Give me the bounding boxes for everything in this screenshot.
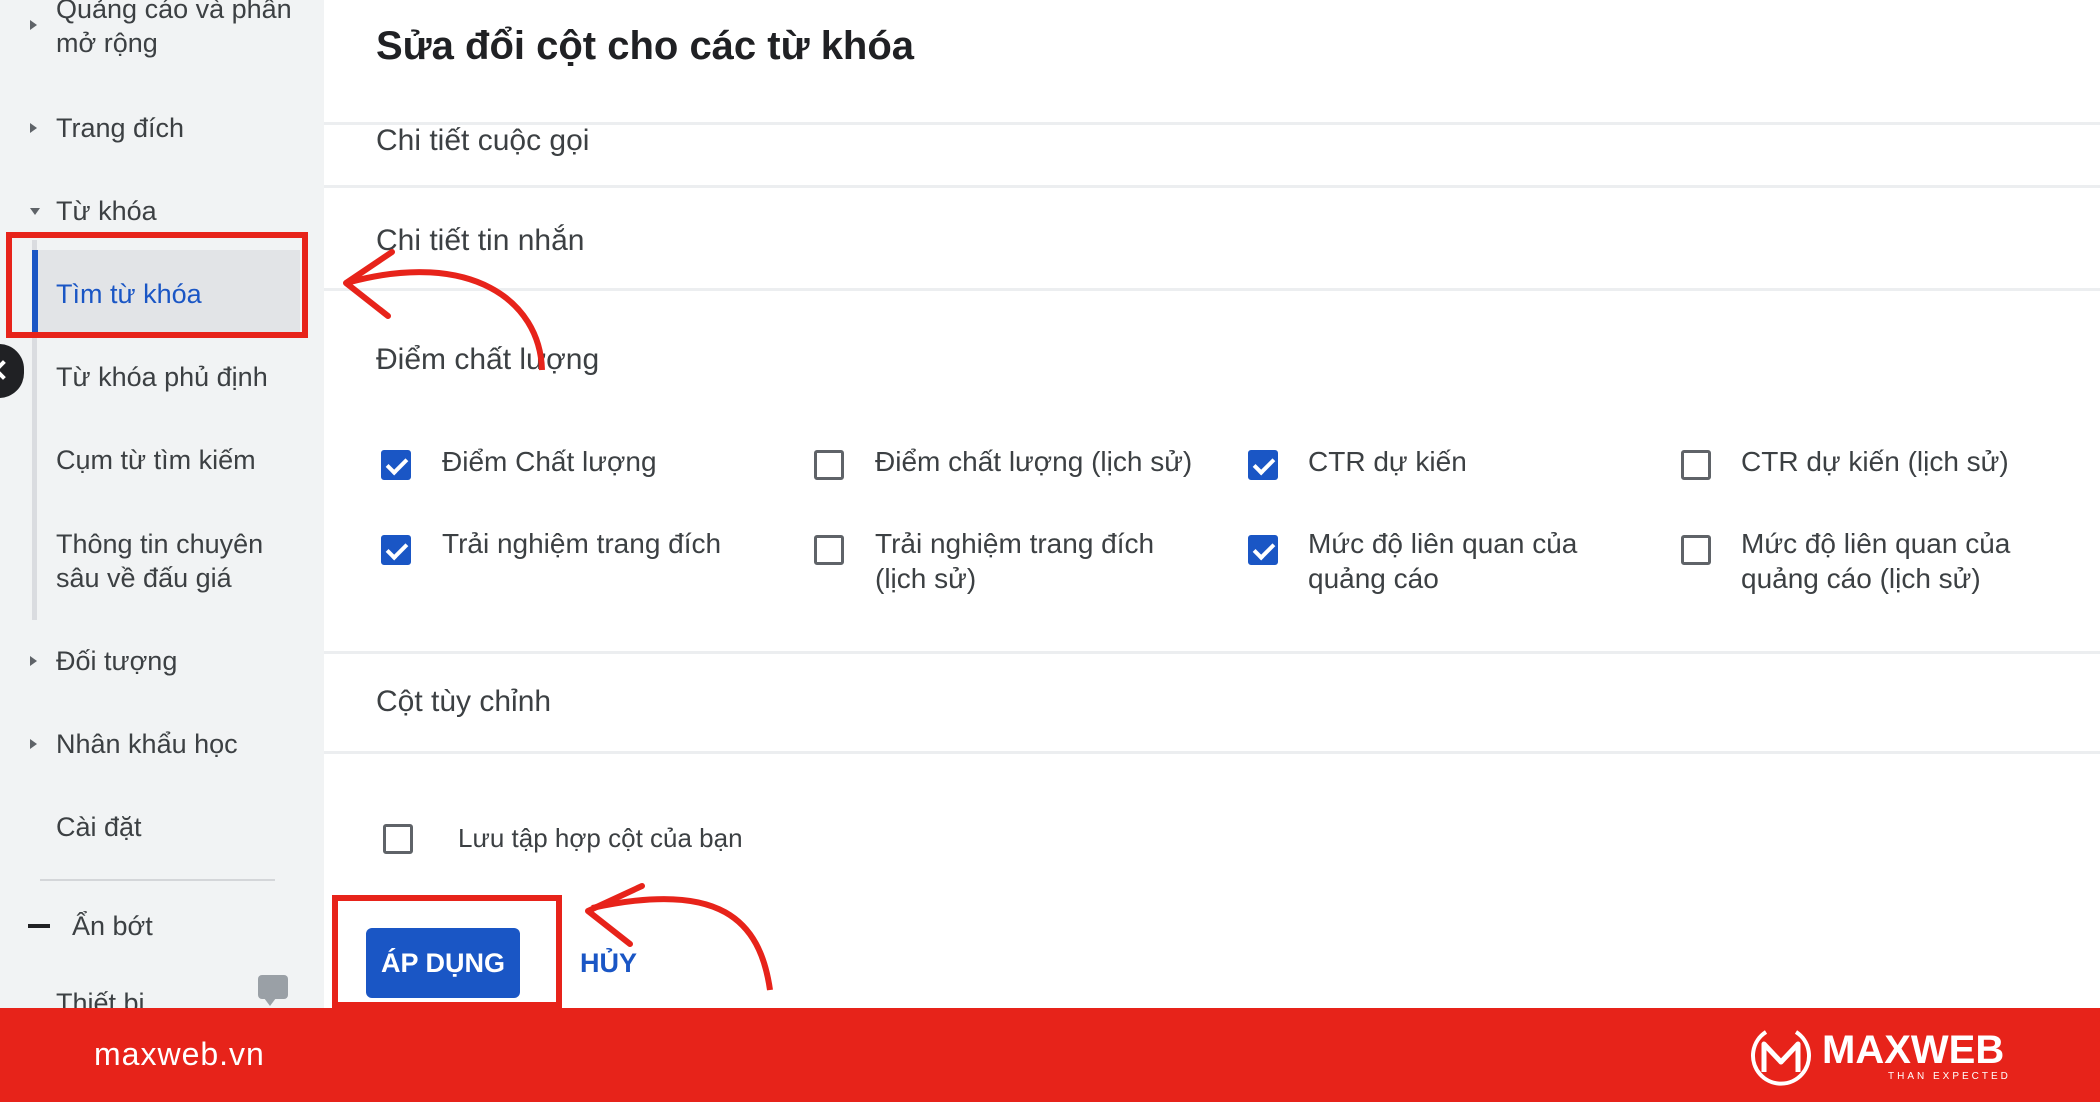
checkbox-label: Mức độ liên quan của quảng cáo (lịch sử): [1741, 528, 2011, 594]
sidebar-item-label: Trang đích: [56, 113, 185, 143]
divider: [324, 185, 2100, 188]
footer-site-url[interactable]: maxweb.vn: [94, 1036, 265, 1073]
collapse-dash-icon: [28, 924, 50, 928]
sidebar-item-label: Thiết bị: [56, 988, 145, 1008]
checkbox-label: CTR dự kiến: [1308, 446, 1467, 477]
sidebar-item-label: Cụm từ tìm kiếm: [56, 445, 256, 475]
footer-banner: maxweb.vn MAXWEB THAN EXPECTED: [0, 1008, 2100, 1102]
divider: [324, 288, 2100, 291]
section-call-details[interactable]: Chi tiết cuộc gọi: [376, 124, 589, 158]
sidebar: Quảng cáo và phần mở rộng Trang đích Từ …: [0, 0, 324, 1008]
sidebar-item-label: Ẩn bớt: [72, 911, 153, 941]
section-message-details[interactable]: Chi tiết tin nhắn: [376, 224, 584, 258]
checkbox-quality-score[interactable]: [381, 450, 411, 480]
divider: [324, 751, 2100, 754]
checkbox-save-column-set[interactable]: [383, 824, 413, 854]
sidebar-item-label: Đối tượng: [56, 646, 178, 676]
caret-right-icon: [30, 739, 37, 749]
page-title: Sửa đổi cột cho các từ khóa: [376, 24, 915, 68]
sidebar-item-label: Từ khóa: [56, 196, 157, 226]
checkbox-label: Điểm chất lượng (lịch sử): [875, 446, 1193, 477]
checkbox-quality-score-history[interactable]: [814, 450, 844, 480]
sidebar-item-label: Từ khóa phủ định: [56, 362, 268, 392]
divider: [324, 122, 2100, 125]
section-custom-columns[interactable]: Cột tùy chỉnh: [376, 685, 551, 719]
checkbox-label: Trải nghiệm trang đích: [442, 528, 722, 559]
edit-columns-panel: Sửa đổi cột cho các từ khóa Chi tiết cuộ…: [324, 0, 2100, 1008]
sidebar-divider: [40, 879, 275, 881]
sidebar-item-label: Thông tin chuyên sâu về đấu giá: [56, 529, 264, 593]
checkbox-label: CTR dự kiến (lịch sử): [1741, 446, 2009, 477]
caret-right-icon: [30, 20, 37, 30]
cancel-button[interactable]: HỦY: [580, 948, 637, 979]
caret-right-icon: [30, 656, 37, 666]
checkbox-expected-ctr-history[interactable]: [1681, 450, 1711, 480]
section-quality-score[interactable]: Điểm chất lượng: [376, 343, 599, 377]
checkbox-label: Trải nghiệm trang đích (lịch sử): [875, 528, 1155, 594]
feedback-icon[interactable]: [258, 975, 288, 1006]
caret-down-icon: [30, 208, 40, 215]
checkbox-landing-page-experience[interactable]: [381, 535, 411, 565]
footer-logo-text: MAXWEB: [1822, 1028, 2005, 1072]
checkbox-expected-ctr[interactable]: [1248, 450, 1278, 480]
sidebar-item-label: Cài đặt: [56, 812, 142, 842]
checkbox-label: Điểm Chất lượng: [442, 446, 657, 477]
divider: [324, 651, 2100, 654]
highlight-box-apply: [332, 895, 562, 1008]
checkbox-label: Mức độ liên quan của quảng cáo: [1308, 528, 1578, 594]
sidebar-item-label: Quảng cáo và phần mở rộng: [56, 0, 292, 58]
footer-logo-tagline: THAN EXPECTED: [1888, 1071, 2011, 1082]
sidebar-item-label: Nhân khẩu học: [56, 729, 238, 759]
checkbox-ad-relevance[interactable]: [1248, 535, 1278, 565]
highlight-box-search-keywords: [6, 232, 308, 338]
checkbox-landing-page-experience-history[interactable]: [814, 535, 844, 565]
checkbox-ad-relevance-history[interactable]: [1681, 535, 1711, 565]
maxweb-logo-icon: [1751, 1030, 1811, 1086]
caret-right-icon: [30, 123, 37, 133]
save-column-set-label: Lưu tập hợp cột của bạn: [458, 823, 743, 853]
